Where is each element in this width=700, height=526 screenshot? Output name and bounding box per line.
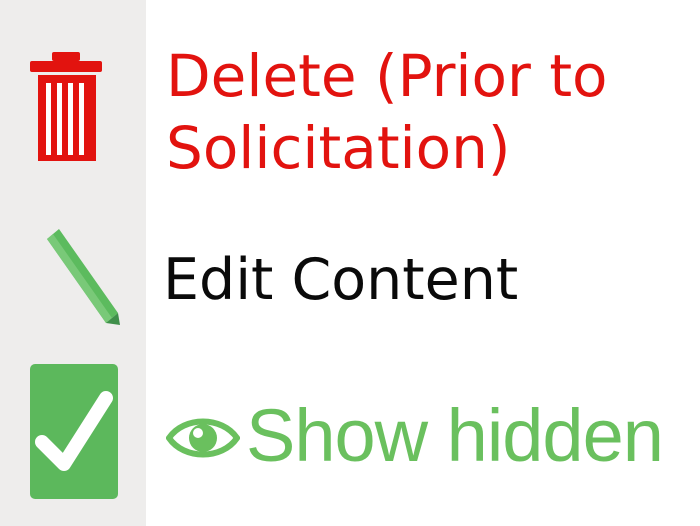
edit-content-label[interactable]: Edit Content (163, 244, 518, 316)
pencil-icon[interactable] (30, 225, 130, 330)
delete-label-line-1[interactable]: Delete (Prior to (166, 40, 608, 112)
eye-icon (166, 418, 240, 458)
show-hidden-label[interactable]: Show hidden (246, 394, 664, 478)
delete-label[interactable]: Delete (Prior to Solicitation) (166, 40, 608, 184)
checkbox-checked-icon[interactable] (30, 364, 118, 499)
delete-label-line-2[interactable]: Solicitation) (166, 112, 608, 184)
trash-icon[interactable] (28, 50, 108, 170)
